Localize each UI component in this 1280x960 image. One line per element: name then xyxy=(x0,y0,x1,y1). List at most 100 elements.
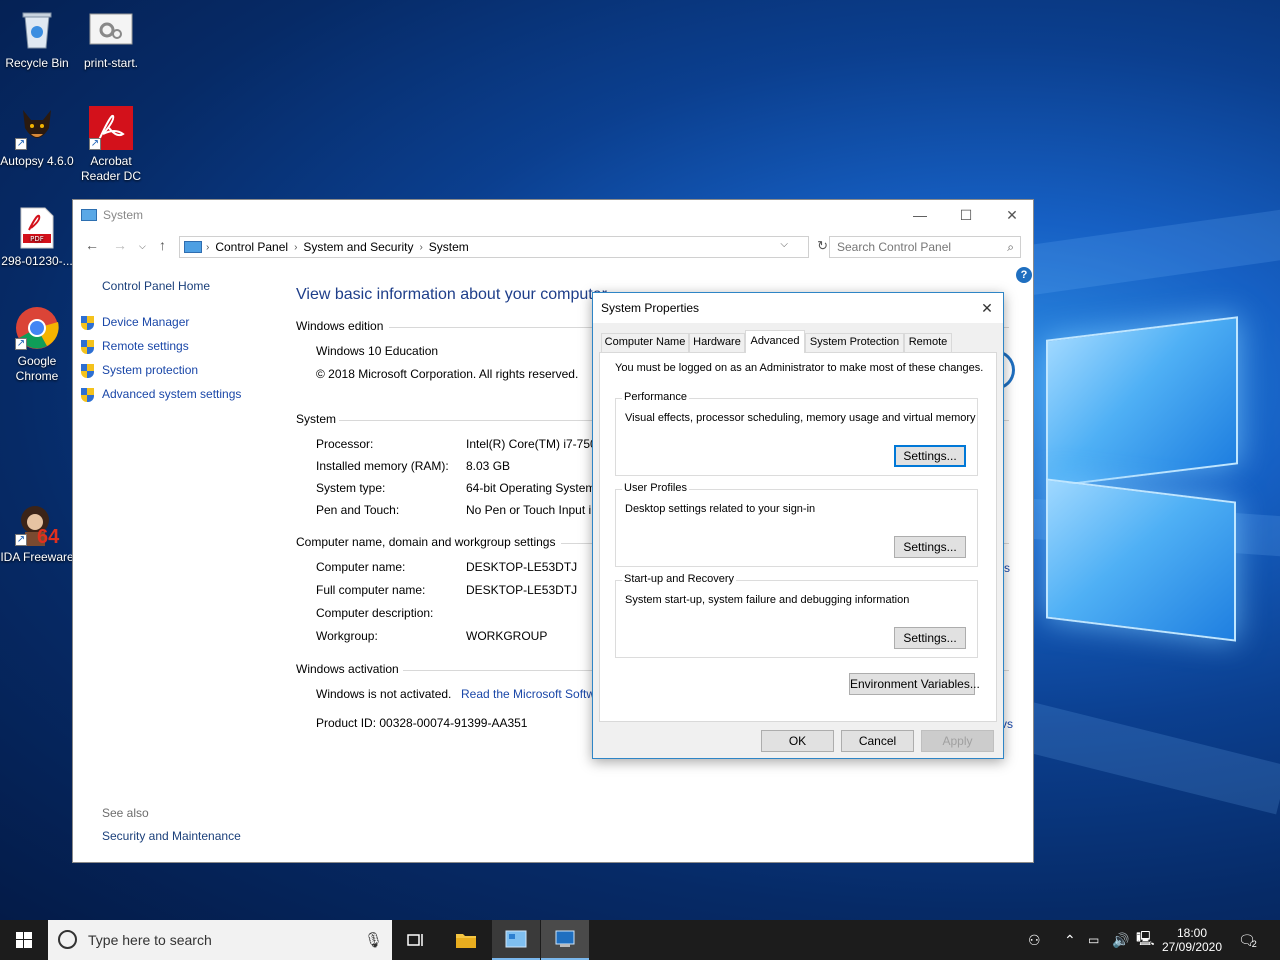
chrome-icon: ↗ xyxy=(15,306,59,350)
tab-system-protection[interactable]: System Protection xyxy=(805,333,904,352)
desktop-icon-chrome[interactable]: ↗ Google Chrome xyxy=(0,306,75,384)
recycle-bin-icon xyxy=(15,8,59,52)
clock[interactable]: 18:00 27/09/2020 xyxy=(1162,920,1222,960)
refresh-icon[interactable]: ↻ xyxy=(817,238,828,254)
search-placeholder: Search Control Panel xyxy=(837,240,952,254)
search-icon: ⌕ xyxy=(1007,240,1014,254)
security-and-maintenance-link[interactable]: Security and Maintenance xyxy=(102,829,241,843)
tab-computer-name[interactable]: Computer Name xyxy=(601,333,689,352)
windows-activation-heading: Windows activation xyxy=(296,662,399,676)
control-panel-home-link[interactable]: Control Panel Home xyxy=(102,279,210,293)
cortana-circle-icon xyxy=(58,930,77,949)
breadcrumb-control-panel[interactable]: Control Panel xyxy=(215,240,288,254)
windows-logo-pane xyxy=(1046,478,1236,642)
dialog-title[interactable]: System Properties xyxy=(593,293,1003,323)
device-manager-link[interactable]: Device Manager xyxy=(102,315,189,329)
user-profiles-settings-button[interactable]: Settings... xyxy=(894,536,966,558)
user-profiles-title: User Profiles xyxy=(622,482,689,494)
computer-icon xyxy=(184,241,202,253)
advanced-system-settings-link[interactable]: Advanced system settings xyxy=(102,387,241,401)
address-bar[interactable]: › Control Panel › System and Security › … xyxy=(179,236,828,258)
window-titlebar[interactable]: System xyxy=(73,200,1033,230)
environment-variables-button[interactable]: Environment Variables... xyxy=(849,673,980,695)
shortcut-arrow-icon: ↗ xyxy=(15,338,27,350)
breadcrumb-system[interactable]: System xyxy=(429,240,469,254)
desktop-icon-ida[interactable]: 64 ↗ IDA Freeware xyxy=(0,502,75,565)
back-arrow-icon[interactable]: ← xyxy=(85,237,99,253)
maximize-button[interactable]: ☐ xyxy=(943,200,989,230)
desktop-icon-autopsy[interactable]: ↗ Autopsy 4.6.0 xyxy=(0,106,75,169)
search-input[interactable]: Search Control Panel ⌕ xyxy=(829,236,1021,258)
microphone-icon[interactable]: 🎙 xyxy=(364,931,383,949)
clock-time: 18:00 xyxy=(1176,926,1208,940)
remote-settings-link[interactable]: Remote settings xyxy=(102,339,189,353)
breadcrumb-chevron-icon: › xyxy=(206,241,210,253)
taskbar-search-box[interactable]: Type here to search 🎙 xyxy=(48,920,392,960)
tab-remote[interactable]: Remote xyxy=(904,333,952,352)
uac-shield-icon xyxy=(81,316,94,330)
system-icon xyxy=(81,209,97,221)
task-view-icon[interactable] xyxy=(392,920,440,960)
start-button[interactable] xyxy=(0,920,48,960)
volume-icon[interactable]: 🔊 xyxy=(1112,920,1129,960)
page-title: View basic information about your comput… xyxy=(296,286,607,303)
action-center-icon[interactable]: 🗨 2 xyxy=(1238,920,1257,960)
tray-overflow-chevron-icon[interactable]: ⌃ xyxy=(1064,920,1076,960)
file-explorer-icon[interactable] xyxy=(442,920,490,960)
system-properties-dialog: System Properties ✕ Computer Name Hardwa… xyxy=(592,292,1004,759)
cancel-button[interactable]: Cancel xyxy=(841,730,914,752)
system-properties-taskbar-icon[interactable] xyxy=(541,920,589,960)
system-type-label: System type: xyxy=(316,481,386,495)
ok-button[interactable]: OK xyxy=(761,730,834,752)
forward-arrow-icon[interactable]: → xyxy=(113,237,127,253)
help-icon[interactable]: ? xyxy=(1016,267,1032,283)
tab-hardware[interactable]: Hardware xyxy=(689,333,745,352)
desktop-icon-pdf[interactable]: PDF 298-01230-... xyxy=(0,206,75,269)
change-settings-link[interactable]: s xyxy=(1004,561,1010,575)
uac-shield-icon xyxy=(81,388,94,402)
uac-shield-icon xyxy=(81,340,94,354)
breadcrumb-chevron-icon: › xyxy=(294,241,298,253)
svg-text:PDF: PDF xyxy=(30,235,44,243)
desktop-icon-recycle-bin[interactable]: Recycle Bin xyxy=(0,8,75,71)
breadcrumb-system-and-security[interactable]: System and Security xyxy=(303,240,413,254)
up-arrow-icon[interactable]: ↑ xyxy=(159,237,166,253)
apply-button[interactable]: Apply xyxy=(921,730,994,752)
battery-icon[interactable]: ▭ xyxy=(1088,920,1099,960)
control-panel-taskbar-icon[interactable] xyxy=(492,920,540,960)
user-profiles-desc: Desktop settings related to your sign-in xyxy=(625,503,816,515)
network-icon[interactable]: 🖳 xyxy=(1136,920,1155,960)
uac-shield-icon xyxy=(81,364,94,378)
notification-count: 2 xyxy=(1251,939,1257,949)
startup-recovery-title: Start-up and Recovery xyxy=(622,573,737,585)
clock-date: 27/09/2020 xyxy=(1161,940,1223,954)
performance-settings-button[interactable]: Settings... xyxy=(894,445,966,467)
pen-touch-label: Pen and Touch: xyxy=(316,503,400,517)
startup-recovery-settings-button[interactable]: Settings... xyxy=(894,627,966,649)
workgroup-label: Workgroup: xyxy=(316,629,378,643)
read-license-link[interactable]: Read the Microsoft Softw xyxy=(461,687,593,701)
autopsy-dog-icon: ↗ xyxy=(15,106,59,150)
dialog-close-button[interactable]: ✕ xyxy=(971,293,1003,323)
product-id: Product ID: 00328-00074-91399-AA351 xyxy=(316,716,528,730)
ram-label: Installed memory (RAM): xyxy=(316,459,449,473)
window-title: System xyxy=(103,208,144,222)
desktop-icon-print-start[interactable]: print-start. xyxy=(73,8,149,71)
ida-badge: 64 xyxy=(37,526,60,548)
system-protection-link[interactable]: System protection xyxy=(102,363,198,377)
full-computer-name-label: Full computer name: xyxy=(316,583,426,597)
user-profiles-group: User Profiles Desktop settings related t… xyxy=(615,482,978,567)
tab-advanced[interactable]: Advanced xyxy=(745,330,805,353)
recent-chevron-down-icon[interactable]: ⌵ xyxy=(139,241,146,252)
ida-icon: 64 ↗ xyxy=(15,502,60,548)
performance-group: Performance Visual effects, processor sc… xyxy=(615,391,978,476)
people-icon[interactable]: ⚇ xyxy=(1028,920,1041,960)
desktop-icon-acrobat[interactable]: ↗ Acrobat Reader DC xyxy=(73,106,149,184)
shortcut-arrow-icon: ↗ xyxy=(89,138,101,150)
address-dropdown-icon[interactable]: ⌵ xyxy=(780,239,788,250)
computer-name-heading: Computer name, domain and workgroup sett… xyxy=(296,535,556,549)
close-button[interactable]: ✕ xyxy=(989,200,1035,230)
minimize-button[interactable]: — xyxy=(897,200,943,230)
acrobat-icon: ↗ xyxy=(89,106,133,150)
taskbar: Type here to search 🎙 ⚇ ⌃ ▭ 🔊 🖳 18:00 27… xyxy=(0,920,1280,960)
